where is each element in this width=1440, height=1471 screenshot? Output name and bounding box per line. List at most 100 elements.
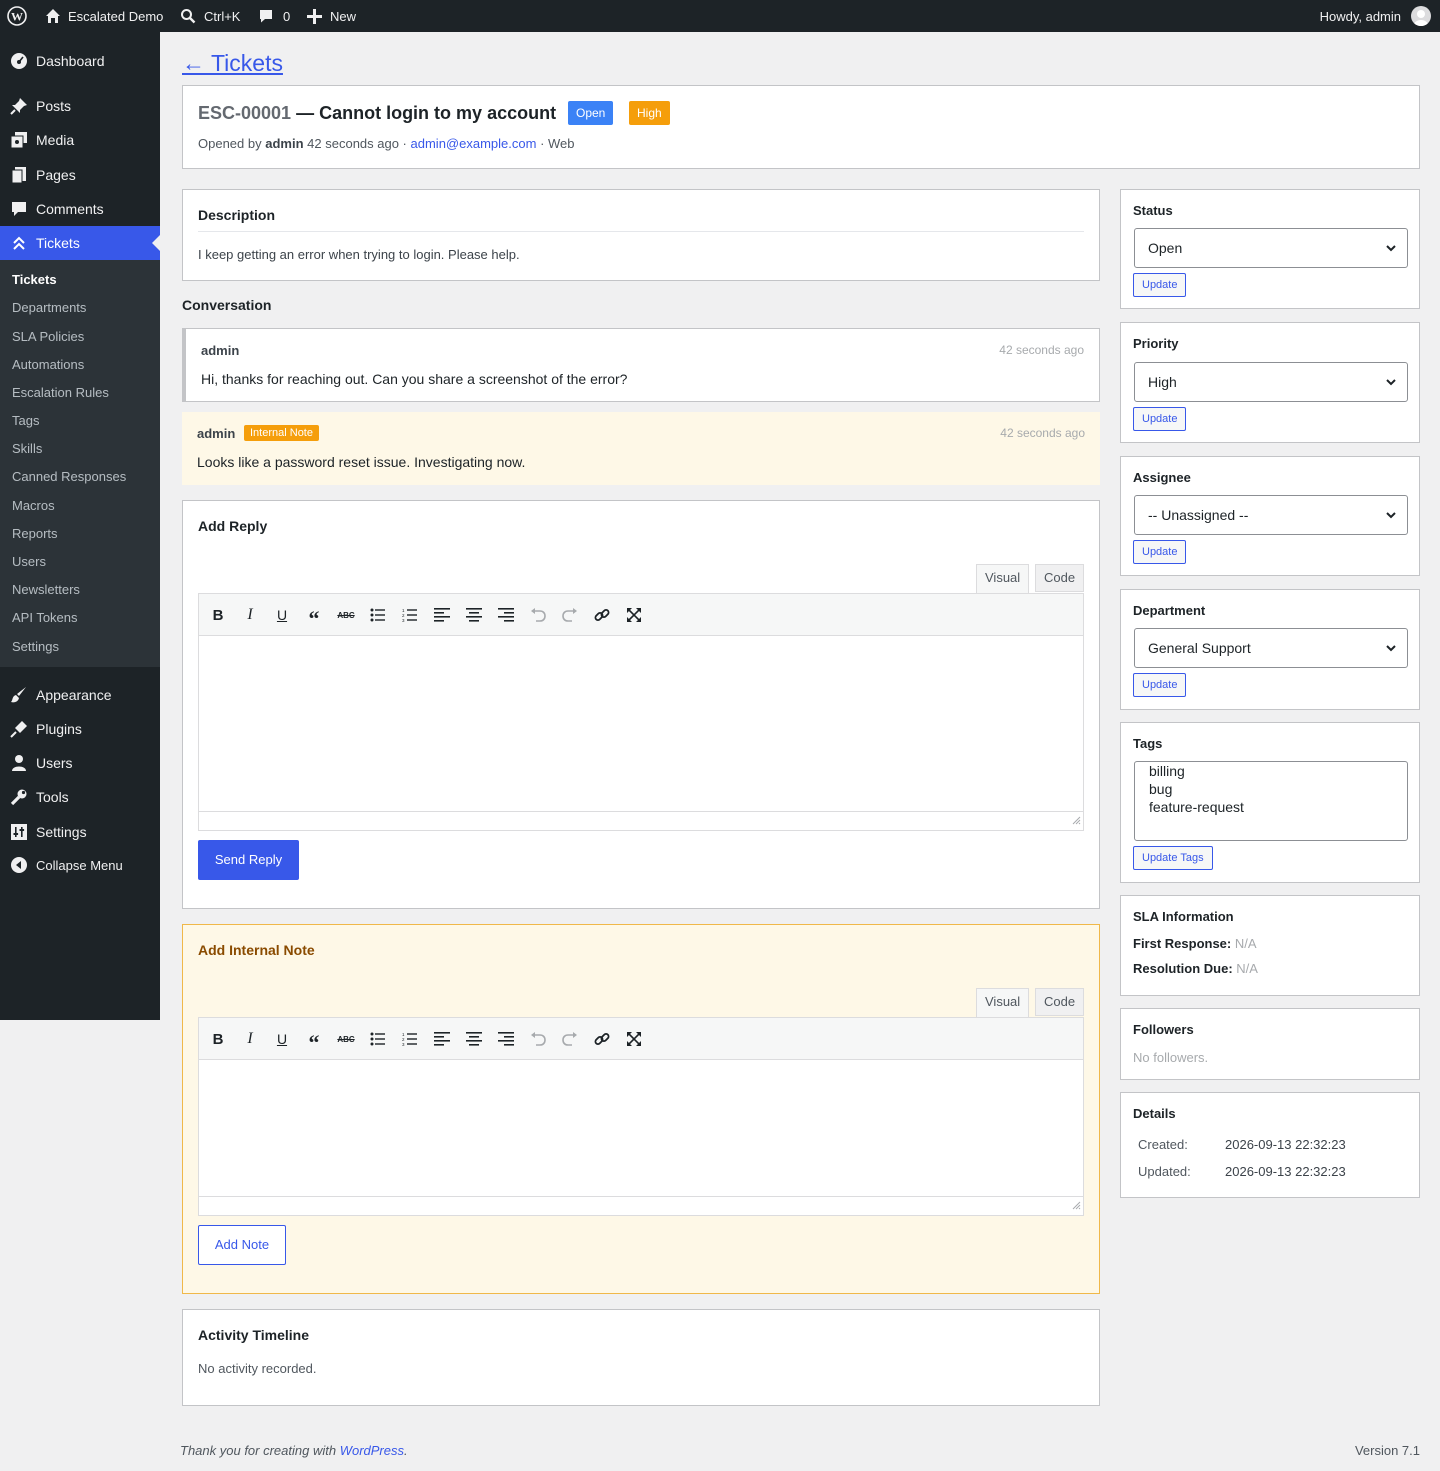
- reply-editor-area[interactable]: [198, 635, 1084, 812]
- wordpress-logo-icon[interactable]: W: [7, 0, 27, 32]
- menu-tools[interactable]: Tools: [0, 780, 160, 814]
- menu-media[interactable]: Media: [0, 123, 160, 157]
- home-icon: [45, 8, 61, 24]
- resize-handle-icon[interactable]: [1072, 813, 1081, 828]
- bullet-list-icon[interactable]: [368, 1029, 388, 1049]
- align-center-icon[interactable]: [464, 1029, 484, 1049]
- numbered-list-icon[interactable]: 123: [400, 605, 420, 625]
- new-content-link[interactable]: New: [307, 0, 356, 32]
- tag-option-feature-request[interactable]: feature-request: [1149, 798, 1393, 816]
- tab-visual[interactable]: Visual: [976, 988, 1030, 1018]
- resize-handle-icon[interactable]: [1072, 1198, 1081, 1213]
- submenu-settings[interactable]: Settings: [12, 639, 59, 654]
- submenu-automations[interactable]: Automations: [12, 357, 84, 372]
- underline-icon[interactable]: U: [272, 605, 292, 625]
- collapse-menu-button[interactable]: Collapse Menu: [0, 848, 160, 882]
- status-select[interactable]: Open: [1134, 228, 1408, 268]
- submenu-skills[interactable]: Skills: [12, 441, 42, 456]
- italic-icon[interactable]: I: [240, 1029, 260, 1049]
- blockquote-icon[interactable]: “: [304, 1029, 324, 1054]
- submenu-tags[interactable]: Tags: [12, 413, 39, 428]
- selected-value: Open: [1148, 240, 1183, 256]
- note-editor-area[interactable]: [198, 1059, 1084, 1197]
- tag-option-billing[interactable]: billing: [1149, 762, 1393, 780]
- submenu-reports[interactable]: Reports: [12, 526, 58, 541]
- updated-value: 2026-09-13 22:32:23: [1225, 1164, 1346, 1179]
- submenu-users[interactable]: Users: [12, 554, 46, 569]
- wordpress-link[interactable]: WordPress: [340, 1443, 404, 1458]
- back-to-tickets-link[interactable]: ← Tickets: [182, 50, 283, 77]
- fullscreen-icon[interactable]: [624, 605, 644, 625]
- align-left-icon[interactable]: [432, 1029, 452, 1049]
- align-right-icon[interactable]: [496, 1029, 516, 1049]
- submenu-sla-policies[interactable]: SLA Policies: [12, 329, 84, 344]
- menu-dashboard[interactable]: Dashboard: [0, 44, 160, 78]
- italic-icon[interactable]: I: [240, 605, 260, 625]
- department-update-button[interactable]: Update: [1133, 673, 1187, 697]
- menu-pages[interactable]: Pages: [0, 158, 160, 192]
- redo-icon[interactable]: [560, 605, 580, 625]
- priority-update-button[interactable]: Update: [1133, 407, 1187, 431]
- send-reply-button[interactable]: Send Reply: [198, 840, 299, 880]
- submenu-tickets[interactable]: Tickets: [12, 272, 57, 287]
- submenu-newsletters[interactable]: Newsletters: [12, 582, 80, 597]
- status-update-button[interactable]: Update: [1133, 273, 1187, 297]
- submenu-macros[interactable]: Macros: [12, 498, 55, 513]
- submenu-api-tokens[interactable]: API Tokens: [12, 610, 78, 625]
- bold-icon[interactable]: B: [208, 605, 228, 625]
- comments-link[interactable]: 0: [258, 0, 290, 32]
- footer-thanks-suffix: .: [404, 1443, 408, 1458]
- menu-comments[interactable]: Comments: [0, 192, 160, 226]
- editor-toolbar: B I U “ ABC 123: [198, 1017, 1084, 1060]
- command-palette-link[interactable]: Ctrl+K: [180, 0, 240, 32]
- numbered-list-icon[interactable]: 123: [400, 1029, 420, 1049]
- menu-tickets[interactable]: Tickets: [0, 226, 160, 260]
- align-center-icon[interactable]: [464, 605, 484, 625]
- update-tags-button[interactable]: Update Tags: [1133, 846, 1213, 870]
- assignee-select[interactable]: -- Unassigned --: [1134, 495, 1408, 535]
- submenu-departments[interactable]: Departments: [12, 300, 86, 315]
- site-name-link[interactable]: Escalated Demo: [45, 0, 163, 32]
- strikethrough-icon[interactable]: ABC: [336, 605, 356, 625]
- underline-icon[interactable]: U: [272, 1029, 292, 1049]
- submenu-canned-responses[interactable]: Canned Responses: [12, 469, 126, 484]
- add-note-button[interactable]: Add Note: [198, 1225, 286, 1265]
- assignee-update-button[interactable]: Update: [1133, 540, 1187, 564]
- priority-select[interactable]: High: [1134, 362, 1408, 402]
- menu-plugins[interactable]: Plugins: [0, 712, 160, 746]
- bold-icon[interactable]: B: [208, 1029, 228, 1049]
- message-body: Hi, thanks for reaching out. Can you sha…: [201, 371, 628, 387]
- fullscreen-icon[interactable]: [624, 1029, 644, 1049]
- ticket-meta: Opened by admin 42 seconds ago · admin@e…: [198, 136, 575, 151]
- bullet-list-icon[interactable]: [368, 605, 388, 625]
- strikethrough-icon[interactable]: ABC: [336, 1029, 356, 1049]
- undo-icon[interactable]: [528, 605, 548, 625]
- my-account-link[interactable]: Howdy, admin: [1320, 0, 1431, 32]
- submenu-escalation-rules[interactable]: Escalation Rules: [12, 385, 109, 400]
- redo-icon[interactable]: [560, 1029, 580, 1049]
- requester-email-link[interactable]: admin@example.com: [411, 136, 537, 151]
- link-icon[interactable]: [592, 605, 612, 625]
- activity-timeline-card: Activity Timeline No activity recorded.: [182, 1309, 1100, 1406]
- message-public: admin 42 seconds ago Hi, thanks for reac…: [182, 328, 1100, 402]
- link-icon[interactable]: [592, 1029, 612, 1049]
- tags-multiselect[interactable]: billing bug feature-request: [1134, 761, 1408, 841]
- align-right-icon[interactable]: [496, 605, 516, 625]
- menu-settings[interactable]: Settings: [0, 815, 160, 849]
- tab-visual[interactable]: Visual: [976, 564, 1030, 594]
- description-heading: Description: [198, 207, 276, 223]
- department-select[interactable]: General Support: [1134, 628, 1408, 668]
- created-value: 2026-09-13 22:32:23: [1225, 1137, 1346, 1152]
- menu-users[interactable]: Users: [0, 746, 160, 780]
- tab-code[interactable]: Code: [1035, 564, 1085, 592]
- blockquote-icon[interactable]: “: [304, 605, 324, 630]
- comment-icon: [258, 8, 274, 24]
- menu-appearance[interactable]: Appearance: [0, 678, 160, 712]
- menu-label: Dashboard: [36, 53, 105, 69]
- tag-option-bug[interactable]: bug: [1149, 780, 1393, 798]
- tab-code[interactable]: Code: [1035, 988, 1085, 1016]
- menu-posts[interactable]: Posts: [0, 89, 160, 123]
- align-left-icon[interactable]: [432, 605, 452, 625]
- menu-label: Tickets: [36, 235, 80, 251]
- undo-icon[interactable]: [528, 1029, 548, 1049]
